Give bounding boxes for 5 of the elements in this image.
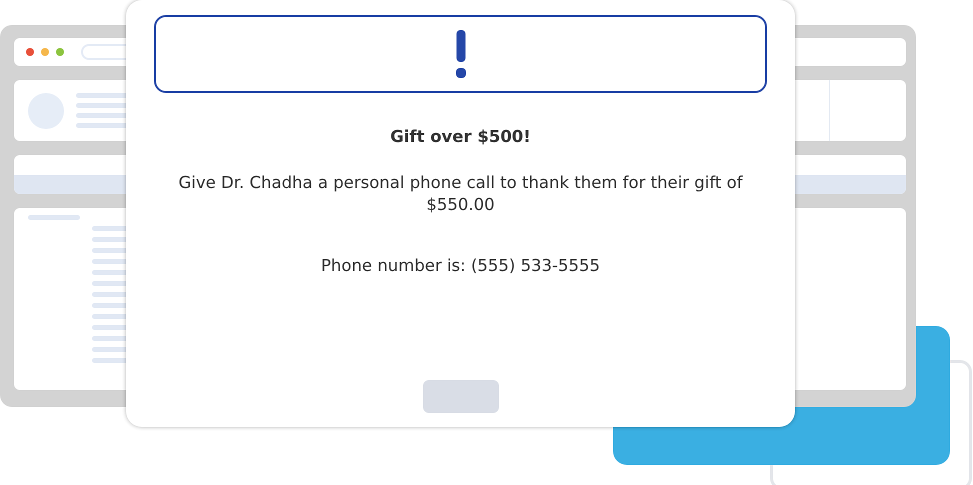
dialog-message: Give Dr. Chadha a personal phone call to thank them for their gift of $550.00 [177, 172, 744, 216]
exclamation-icon [454, 30, 466, 78]
action-button[interactable] [422, 380, 498, 413]
dialog-title: Gift over $500! [390, 127, 531, 146]
phone-number-text: Phone number is: (555) 533-5555 [320, 256, 600, 275]
